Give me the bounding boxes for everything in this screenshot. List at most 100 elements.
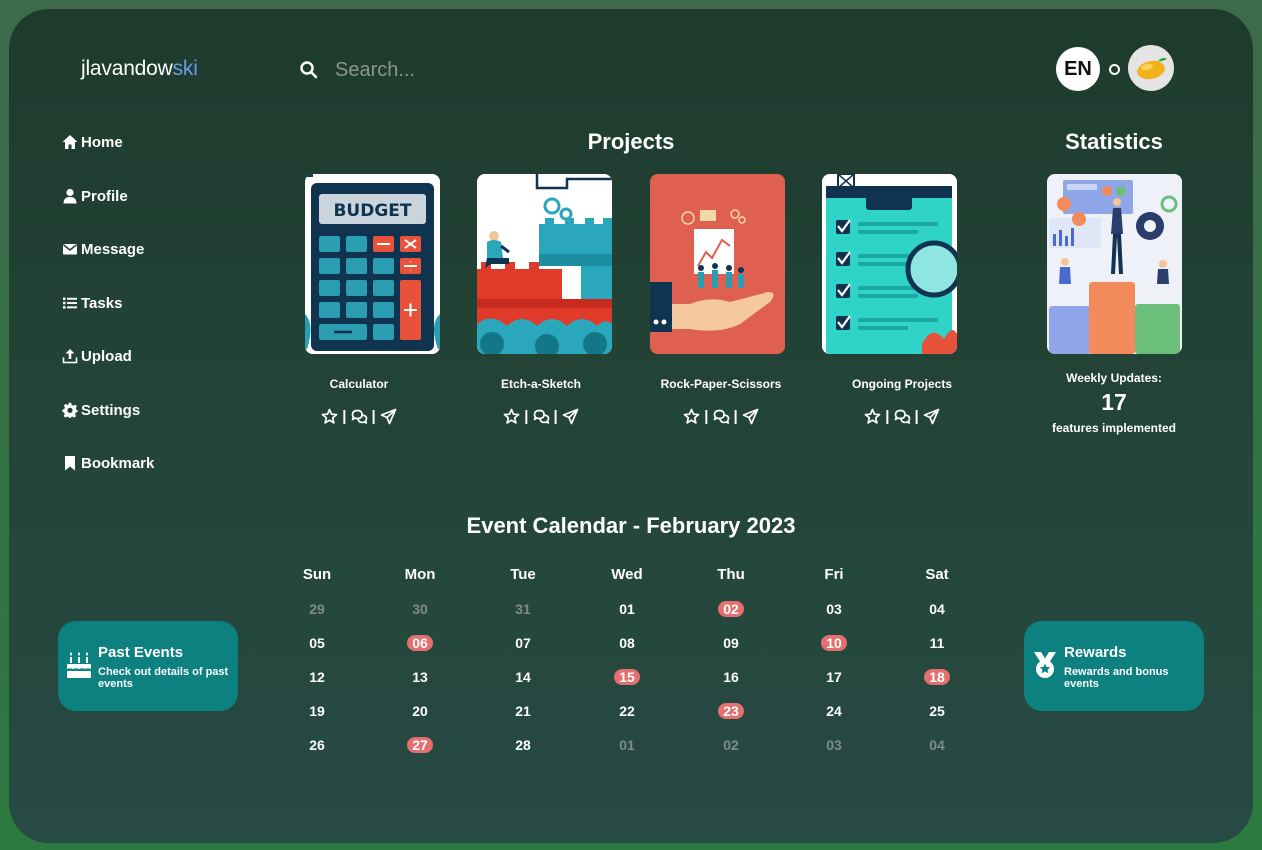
sidebar-item-upload[interactable]: Upload [62, 344, 132, 368]
calendar-day[interactable]: 30 [407, 601, 433, 617]
project-title[interactable]: Rock-Paper-Scissors [631, 377, 811, 391]
calendar-day[interactable]: 14 [510, 669, 536, 685]
calendar-day-event[interactable]: 06 [407, 635, 433, 651]
star-icon[interactable] [321, 408, 338, 425]
calendar-day[interactable]: 12 [304, 669, 330, 685]
medal-icon [1034, 652, 1056, 678]
share-icon[interactable] [562, 408, 579, 425]
rewards-card[interactable]: Rewards Rewards and bonus events [1024, 621, 1204, 711]
share-icon[interactable] [923, 408, 940, 425]
rewards-description: Rewards and bonus events [1064, 666, 1169, 690]
project-card-etch-a-sketch[interactable] [477, 174, 612, 354]
gear-icon [62, 402, 78, 418]
building-blocks-illustration [477, 174, 612, 354]
star-icon[interactable] [864, 408, 881, 425]
calendar-day[interactable]: 04 [924, 601, 950, 617]
calendar-day[interactable]: 08 [614, 635, 640, 651]
comments-icon[interactable] [713, 408, 730, 425]
calendar-day[interactable]: 13 [407, 669, 433, 685]
calendar-day[interactable]: 01 [614, 601, 640, 617]
calendar-day-event[interactable]: 02 [718, 601, 744, 617]
calendar-day[interactable]: 03 [821, 737, 847, 753]
dashboard-panel: jlavandowski EN Home Profile Message Tas… [9, 9, 1253, 843]
past-events-card[interactable]: Past Events Check out details of past ev… [58, 621, 238, 711]
sidebar-item-label: Bookmark [81, 454, 155, 472]
project-title[interactable]: Etch-a-Sketch [451, 377, 631, 391]
comments-icon[interactable] [894, 408, 911, 425]
calendar-day[interactable]: 28 [510, 737, 536, 753]
calendar-day[interactable]: 31 [510, 601, 536, 617]
upload-icon [62, 349, 78, 364]
calendar-weekday: Fri [824, 566, 844, 583]
calendar-day[interactable]: 07 [510, 635, 536, 651]
calendar-day[interactable]: 02 [718, 737, 744, 753]
project-actions: | | [451, 408, 631, 425]
theme-toggle[interactable] [1109, 64, 1120, 75]
calendar-day[interactable]: 26 [304, 737, 330, 753]
calendar-day-event[interactable]: 15 [614, 669, 640, 685]
calendar-day-event[interactable]: 23 [718, 703, 744, 719]
calendar-weekday: Wed [611, 566, 643, 583]
statistics-value: 17 [1101, 389, 1127, 415]
logo-accent: ski [172, 57, 198, 80]
sidebar-item-message[interactable]: Message [62, 237, 144, 261]
calendar-weekday: Sat [925, 566, 949, 583]
star-icon[interactable] [683, 408, 700, 425]
language-button[interactable]: EN [1056, 47, 1100, 91]
search-input[interactable] [333, 55, 737, 85]
calendar-day[interactable]: 19 [304, 703, 330, 719]
avatar[interactable] [1128, 45, 1174, 91]
sidebar-item-bookmark[interactable]: Bookmark [62, 451, 154, 475]
sidebar-item-home[interactable]: Home [62, 130, 123, 154]
calendar-day[interactable]: 11 [924, 635, 950, 651]
sidebar-item-label: Tasks [81, 294, 123, 312]
calendar-day-event[interactable]: 27 [407, 737, 433, 753]
project-card-ongoing-projects[interactable] [822, 174, 957, 354]
calendar-day[interactable]: 25 [924, 703, 950, 719]
project-card-calculator[interactable]: BUDGET [305, 174, 440, 354]
calendar-day[interactable]: 20 [407, 703, 433, 719]
calendar-day[interactable]: 04 [924, 737, 950, 753]
calendar-day[interactable]: 03 [821, 601, 847, 617]
sidebar-item-settings[interactable]: Settings [62, 398, 140, 422]
calendar-day[interactable]: 24 [821, 703, 847, 719]
sidebar-item-tasks[interactable]: Tasks [62, 291, 122, 315]
budget-calculator-illustration: BUDGET [305, 174, 440, 354]
calendar-day[interactable]: 22 [614, 703, 640, 719]
statistics-label: Weekly Updates: [1066, 371, 1162, 385]
calendar-day-event[interactable]: 10 [821, 635, 847, 651]
mango-icon [1137, 57, 1167, 80]
search-icon[interactable] [299, 60, 319, 80]
project-actions: | | [631, 408, 811, 425]
comments-icon[interactable] [351, 408, 368, 425]
calendar-day-event[interactable]: 18 [924, 669, 950, 685]
calendar-day[interactable]: 16 [718, 669, 744, 685]
calendar-day[interactable]: 21 [510, 703, 536, 719]
home-icon [62, 135, 78, 149]
past-events-title: Past Events [98, 644, 184, 661]
sidebar-item-profile[interactable]: Profile [62, 184, 128, 208]
calendar-day[interactable]: 01 [614, 737, 640, 753]
calendar-day[interactable]: 17 [821, 669, 847, 685]
projects-title: Projects [587, 129, 675, 154]
share-icon[interactable] [380, 408, 397, 425]
rewards-title: Rewards [1064, 644, 1127, 661]
star-icon[interactable] [503, 408, 520, 425]
calendar-weekday: Tue [510, 566, 536, 583]
calendar-weekday: Mon [404, 566, 436, 583]
calculator-budget-text: BUDGET [333, 201, 411, 221]
calendar-weekday: Thu [717, 566, 745, 583]
share-icon[interactable] [742, 408, 759, 425]
calendar-day[interactable]: 09 [718, 635, 744, 651]
comments-icon[interactable] [533, 408, 550, 425]
action-separator: | [342, 408, 347, 425]
action-separator: | [885, 408, 890, 425]
project-card-rock-paper-scissors[interactable] [650, 174, 785, 354]
logo[interactable]: jlavandowski [81, 57, 198, 81]
calendar-day[interactable]: 05 [304, 635, 330, 651]
project-title[interactable]: Ongoing Projects [812, 377, 992, 391]
past-events-description: Check out details of past events [98, 666, 229, 690]
project-title[interactable]: Calculator [269, 377, 449, 391]
calendar-day[interactable]: 29 [304, 601, 330, 617]
team-on-hand-illustration [650, 174, 785, 354]
